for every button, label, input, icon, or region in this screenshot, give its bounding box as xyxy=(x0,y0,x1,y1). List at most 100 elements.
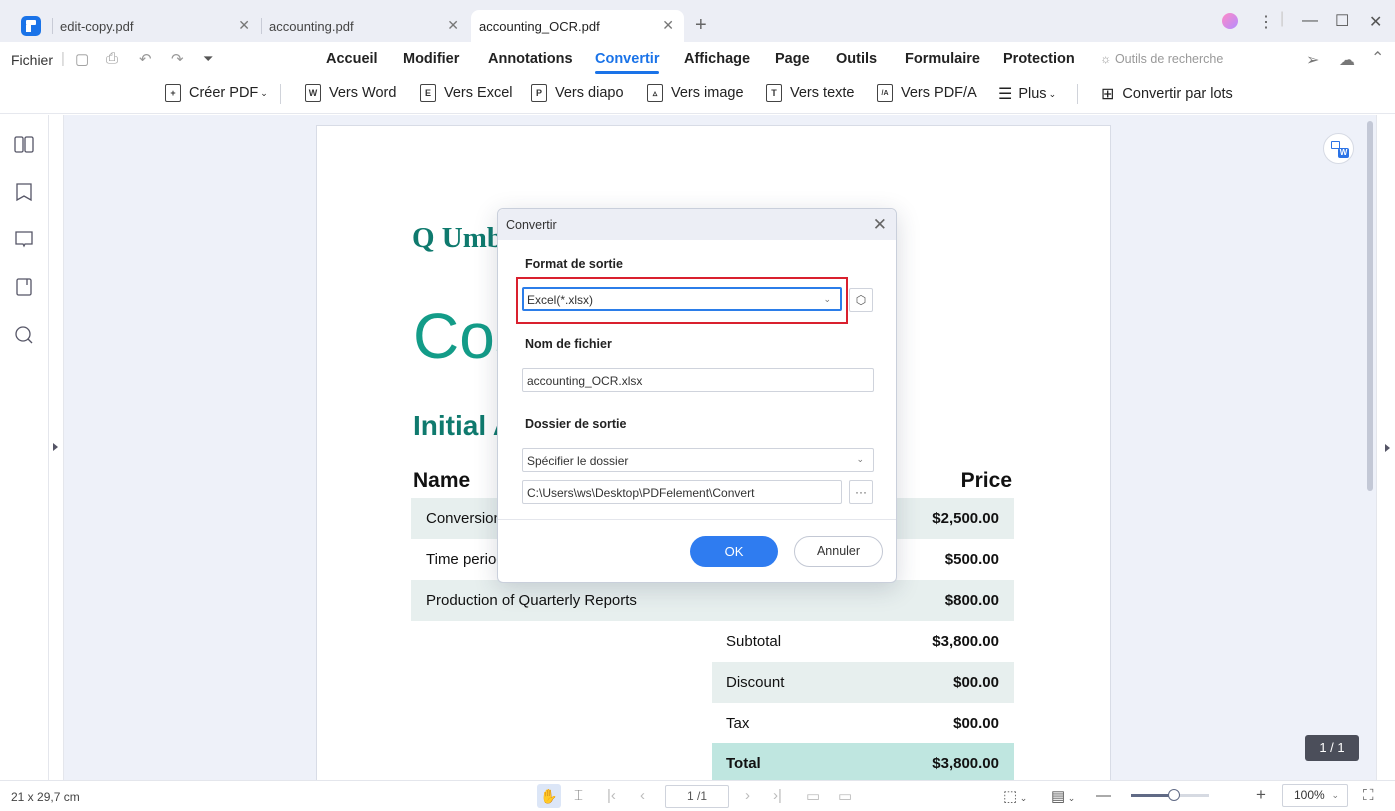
ok-button[interactable]: OK xyxy=(690,536,778,567)
menu-convertir[interactable]: Convertir xyxy=(595,51,660,74)
research-tools[interactable]: ☼ Outils de recherche xyxy=(1100,52,1223,66)
print-icon[interactable]: ⎙ xyxy=(106,50,118,67)
format-settings-button[interactable]: ⬡ xyxy=(849,288,873,312)
save-icon[interactable]: ▢ xyxy=(75,50,89,68)
vertical-scrollbar[interactable] xyxy=(1367,121,1373,491)
settings-hexagon-icon: ⬡ xyxy=(855,293,867,307)
cancel-button[interactable]: Annuler xyxy=(794,536,883,567)
share-icon[interactable]: ➢ xyxy=(1306,50,1319,70)
zoom-in-icon[interactable]: + xyxy=(1256,785,1266,805)
first-page-icon[interactable]: |‹ xyxy=(607,787,616,804)
next-page-icon[interactable]: › xyxy=(745,787,750,804)
rotate-right-icon[interactable]: ▭ xyxy=(838,787,852,805)
chevron-down-icon: ⌄ xyxy=(856,454,864,464)
tab-accounting[interactable]: accounting.pdf ✕ xyxy=(261,10,469,42)
tab-edit-copy[interactable]: edit-copy.pdf ✕ xyxy=(52,10,260,42)
customize-quick-access-icon[interactable]: ⏷ xyxy=(203,51,213,67)
excel-icon: E xyxy=(420,84,436,102)
menu-accueil[interactable]: Accueil xyxy=(326,51,378,67)
page-dimensions: 21 x 29,7 cm xyxy=(11,790,80,804)
menu-modifier[interactable]: Modifier xyxy=(403,51,459,67)
word-icon: W xyxy=(1338,148,1349,158)
maximize-icon[interactable]: ☐ xyxy=(1335,11,1349,31)
filename-input[interactable]: accounting_OCR.xlsx xyxy=(522,368,874,392)
right-panel-toggle[interactable] xyxy=(1376,115,1395,780)
chevron-down-icon: ⌄ xyxy=(260,87,268,98)
tab-separator xyxy=(52,18,53,34)
close-icon[interactable]: ✕ xyxy=(662,17,674,34)
page-number-input[interactable]: 1 /1 xyxy=(665,785,729,808)
select-tool-icon[interactable]: ⌶ xyxy=(574,787,583,804)
close-icon[interactable]: ✕ xyxy=(238,17,250,34)
zoom-level-select[interactable]: 100% ⌄ xyxy=(1282,784,1348,807)
pdfa-icon: /A xyxy=(877,84,893,102)
output-folder-select[interactable]: Spécifier le dossier ⌄ xyxy=(522,448,874,472)
folder-path-input[interactable]: C:\Users\ws\Desktop\PDFelement\Convert xyxy=(522,480,842,504)
more-button[interactable]: ☰ Plus ⌄ xyxy=(998,84,1056,104)
create-pdf-button[interactable]: + Créer PDF ⌄ xyxy=(165,84,268,102)
new-tab-icon[interactable]: + xyxy=(695,14,707,37)
user-avatar-icon[interactable] xyxy=(1222,13,1238,29)
redo-icon[interactable]: ↷ xyxy=(171,50,184,68)
row-price: $800.00 xyxy=(944,592,999,609)
word-icon: W xyxy=(305,84,321,102)
undo-icon[interactable]: ↶ xyxy=(139,50,152,68)
fullscreen-icon[interactable]: ⛶ xyxy=(1363,787,1374,804)
menu-annotations[interactable]: Annotations xyxy=(488,51,573,67)
menu-page[interactable]: Page xyxy=(775,51,810,67)
summary-tax: Tax $00.00 xyxy=(712,703,1014,744)
menu-formulaire[interactable]: Formulaire xyxy=(905,51,980,67)
more-list-icon: ☰ xyxy=(998,86,1013,103)
hand-tool-icon[interactable]: ✋ xyxy=(537,784,561,808)
tab-separator xyxy=(261,18,262,34)
to-pdfa-button[interactable]: /A Vers PDF/A xyxy=(877,84,977,102)
cloud-upload-icon[interactable]: ☁ xyxy=(1339,50,1355,70)
convert-to-word-float-button[interactable]: W xyxy=(1323,133,1354,164)
to-excel-button[interactable]: E Vers Excel xyxy=(420,84,513,102)
fit-page-icon[interactable]: ⬚ ⌄ xyxy=(1003,787,1027,805)
to-ppt-button[interactable]: P Vers diapo xyxy=(531,84,624,102)
thumbnails-icon[interactable] xyxy=(14,135,34,155)
tab-label: edit-copy.pdf xyxy=(60,18,134,34)
filename-value: accounting_OCR.xlsx xyxy=(527,374,643,388)
menu-fichier[interactable]: Fichier xyxy=(11,52,53,68)
attachment-icon[interactable] xyxy=(14,277,34,297)
menu-affichage[interactable]: Affichage xyxy=(684,51,750,67)
page-layout-icon[interactable]: ▤ ⌄ xyxy=(1051,787,1075,805)
bookmark-icon[interactable] xyxy=(14,182,34,202)
output-format-select[interactable]: Excel(*.xlsx) ⌄ xyxy=(522,287,842,311)
zoom-slider[interactable] xyxy=(1131,789,1209,801)
create-pdf-label: Créer PDF xyxy=(189,85,259,101)
dialog-header: Convertir ✕ xyxy=(498,209,896,240)
last-page-icon[interactable]: ›| xyxy=(773,787,782,804)
row-name: Production of Quarterly Reports xyxy=(426,592,637,609)
summary-label: Tax xyxy=(726,715,750,732)
search-icon[interactable] xyxy=(14,325,34,345)
minimize-icon[interactable]: — xyxy=(1302,12,1318,30)
close-icon[interactable]: ✕ xyxy=(447,17,459,34)
rotate-left-icon[interactable]: ▭ xyxy=(806,787,820,805)
menu-outils[interactable]: Outils xyxy=(836,51,877,67)
divider xyxy=(280,84,281,104)
tab-accounting-ocr[interactable]: accounting_OCR.pdf ✕ xyxy=(471,10,684,42)
left-sidebar xyxy=(0,115,49,780)
sidebar-toggle[interactable] xyxy=(49,115,64,780)
to-pdfa-label: Vers PDF/A xyxy=(901,85,977,101)
browse-folder-button[interactable]: ··· xyxy=(849,480,873,504)
zoom-out-icon[interactable]: — xyxy=(1096,787,1111,804)
folder-path-value: C:\Users\ws\Desktop\PDFelement\Convert xyxy=(527,486,755,500)
to-image-button[interactable]: ▵ Vers image xyxy=(647,84,744,102)
powerpoint-icon: P xyxy=(531,84,547,102)
to-text-button[interactable]: T Vers texte xyxy=(766,84,854,102)
collapse-ribbon-icon[interactable]: ⌃ xyxy=(1371,48,1384,68)
batch-convert-button[interactable]: ⊞ Convertir par lots xyxy=(1101,84,1233,104)
more-options-icon[interactable]: ⋮ xyxy=(1258,12,1274,32)
dialog-title: Convertir xyxy=(506,218,557,232)
comment-icon[interactable] xyxy=(14,229,34,249)
prev-page-icon[interactable]: ‹ xyxy=(640,787,645,804)
to-word-button[interactable]: W Vers Word xyxy=(305,84,396,102)
window-close-icon[interactable]: ✕ xyxy=(1369,12,1382,32)
zoom-slider-handle[interactable] xyxy=(1167,789,1180,801)
close-icon[interactable]: ✕ xyxy=(873,215,887,235)
menu-protection[interactable]: Protection xyxy=(1003,51,1075,67)
